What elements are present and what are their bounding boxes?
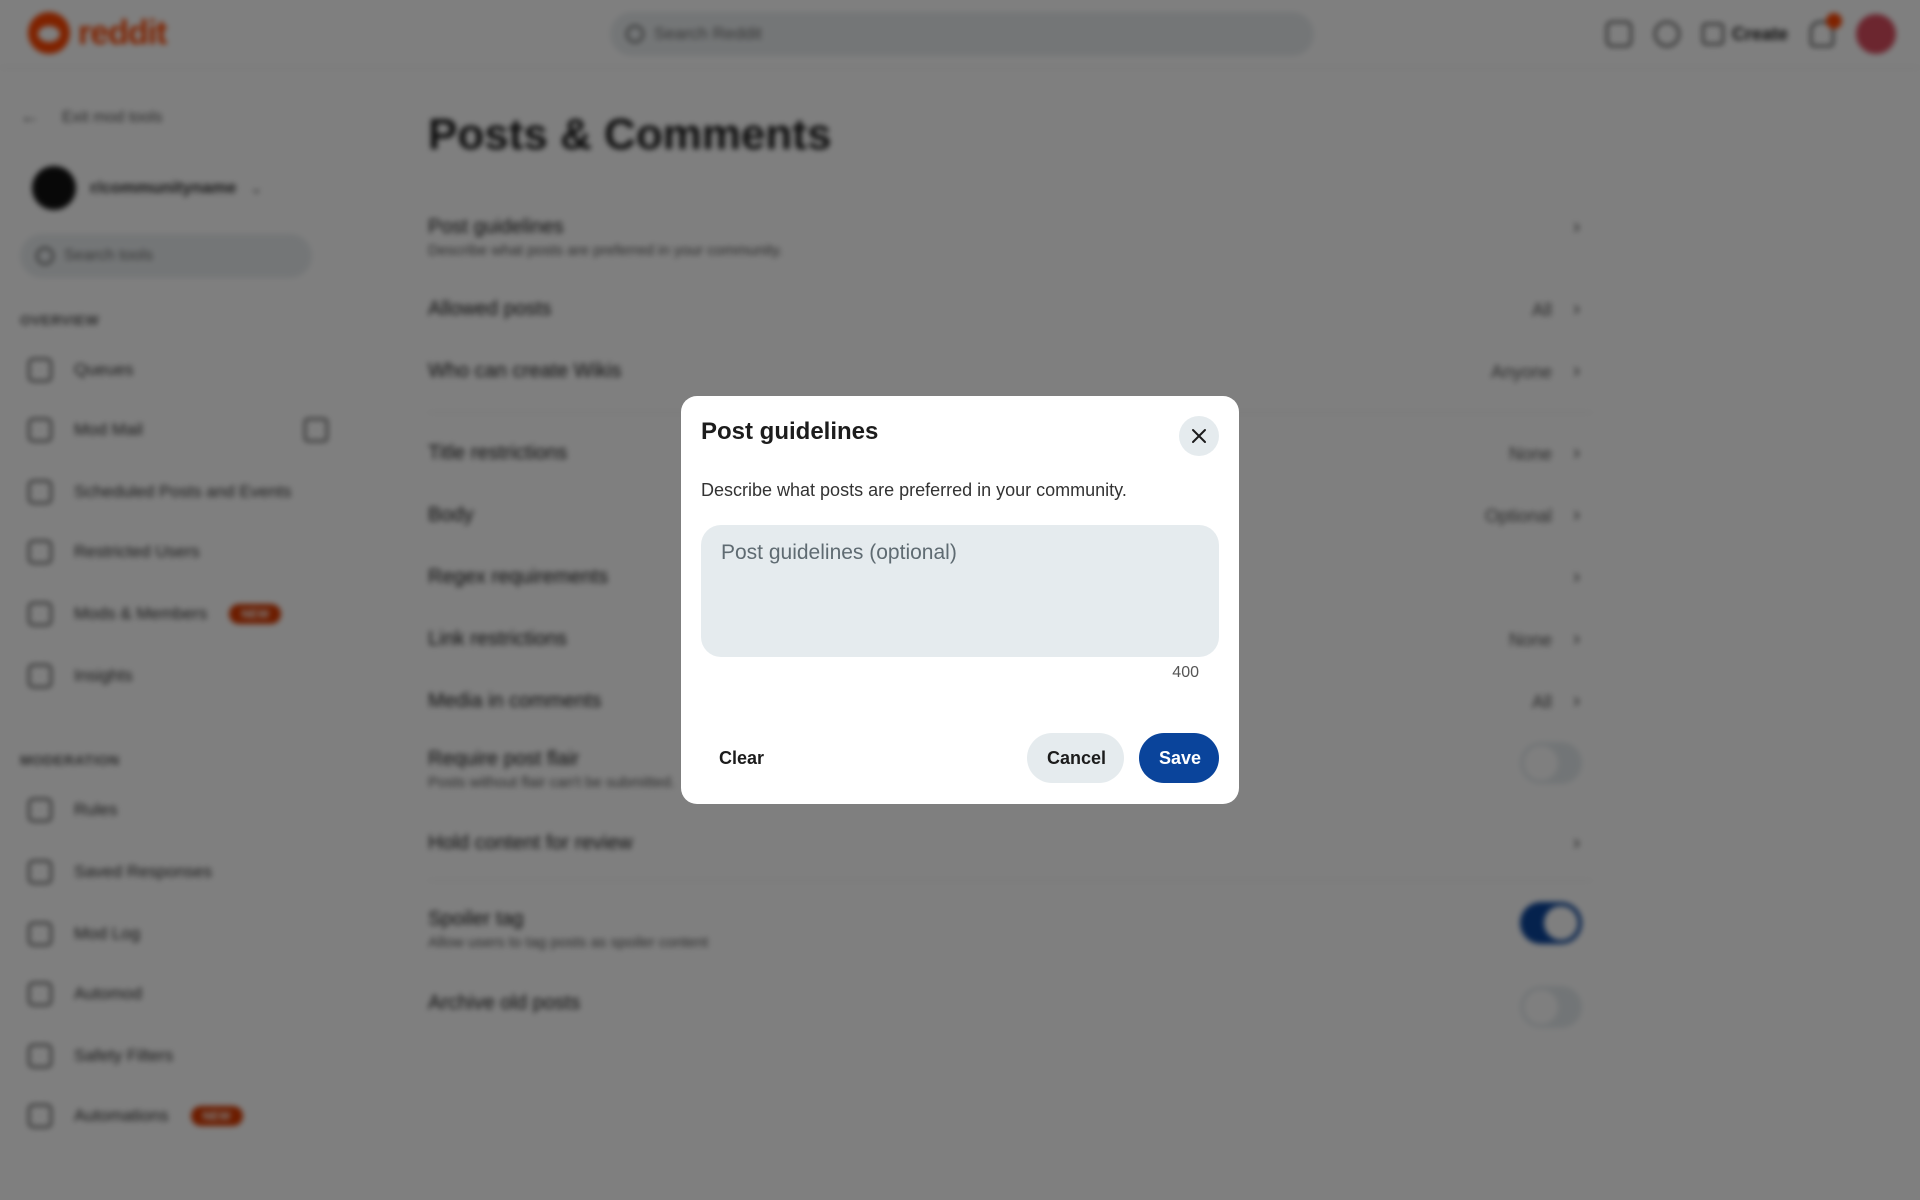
modal-title: Post guidelines: [701, 418, 879, 445]
cancel-button[interactable]: Cancel: [1027, 733, 1124, 783]
close-button[interactable]: [1179, 416, 1219, 456]
clear-button[interactable]: Clear: [701, 733, 782, 783]
post-guidelines-textarea[interactable]: [701, 525, 1219, 657]
close-icon: [1192, 429, 1206, 443]
post-guidelines-modal: Post guidelines Describe what posts are …: [681, 396, 1239, 804]
character-count: 400: [1172, 664, 1199, 681]
save-button[interactable]: Save: [1139, 733, 1219, 783]
modal-description: Describe what posts are preferred in you…: [701, 480, 1127, 500]
